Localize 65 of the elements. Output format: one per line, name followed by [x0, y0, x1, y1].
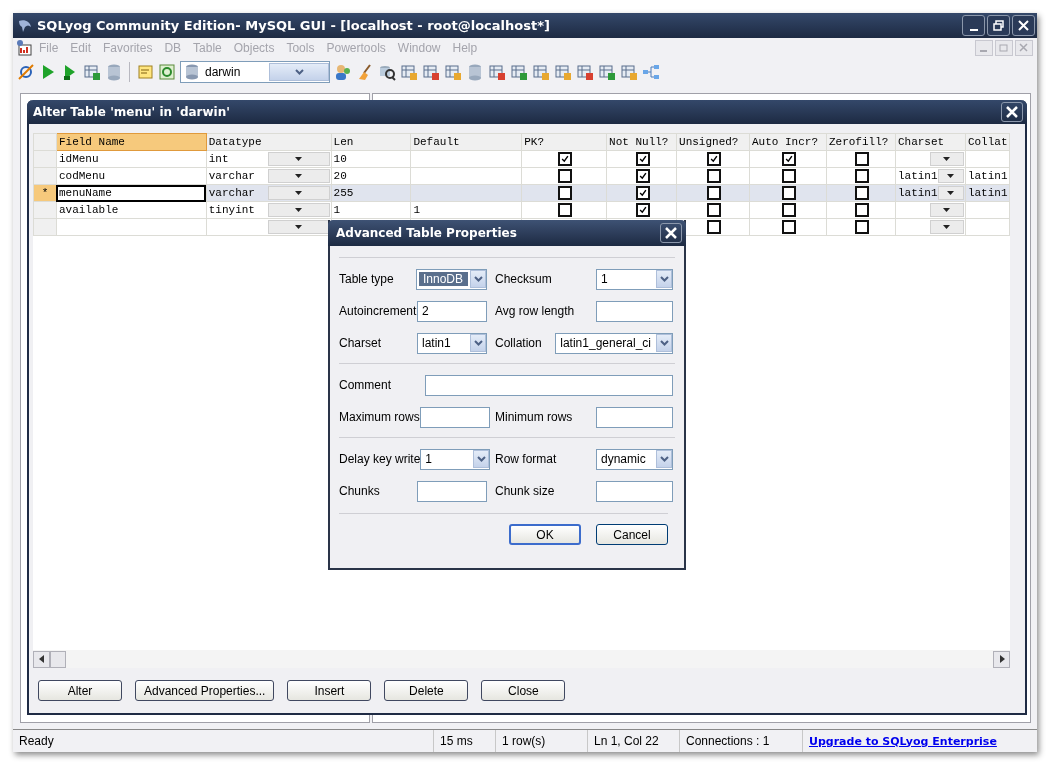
cell-value: 20 — [333, 170, 347, 182]
select-field[interactable]: latin1 — [417, 332, 487, 354]
select-field[interactable]: InnoDB — [415, 268, 487, 290]
select-field[interactable]: 1 — [420, 448, 491, 470]
field-label: Autoincrement — [339, 304, 417, 318]
field-label: Maximum rows — [339, 410, 420, 424]
dialog-button[interactable]: OK — [509, 524, 581, 545]
dialog-title: Alter Table 'menu' in 'darwin' — [33, 105, 231, 119]
dialog-button[interactable]: Cancel — [596, 524, 668, 545]
column-header[interactable]: Collat — [965, 133, 1010, 151]
field-label: Collation — [495, 336, 543, 350]
dialog-button[interactable]: Delete — [384, 680, 469, 701]
status-position: Ln 1, Col 22 — [587, 730, 679, 752]
column-header[interactable]: Charset — [895, 133, 966, 151]
column-header[interactable]: Datatype — [206, 133, 332, 151]
dialog-button[interactable]: Close — [481, 680, 566, 701]
dialog-button[interactable]: Advanced Properties... — [135, 680, 275, 701]
column-header[interactable]: PK? — [521, 133, 607, 151]
select-field[interactable]: latin1_general_ci — [555, 332, 673, 354]
column-header[interactable]: Auto Incr? — [749, 133, 827, 151]
cell-value: latin1 — [967, 170, 1008, 182]
status-rows: 1 row(s) — [495, 730, 587, 752]
status-text: Ready — [18, 733, 55, 750]
field-label: Comment — [339, 378, 392, 392]
cell-value: 255 — [333, 187, 354, 199]
cell-value: latin1 — [897, 170, 938, 182]
cell-value: int — [208, 153, 230, 165]
column-header[interactable]: Unsigned? — [676, 133, 750, 151]
status-time: 15 ms — [433, 730, 495, 752]
cell-value: menuName — [58, 187, 112, 199]
dialog-button[interactable]: Insert — [287, 680, 372, 701]
cell-value: latin1 — [897, 187, 938, 199]
cell-value: 1 — [413, 204, 420, 216]
field-label: Table type — [339, 272, 395, 286]
column-header[interactable]: Field Name — [56, 133, 207, 151]
cell-value: codMenu — [58, 170, 106, 182]
status-connections: Connections : 1 — [679, 730, 802, 752]
column-header[interactable]: Len — [331, 133, 411, 151]
column-header[interactable]: Zerofill? — [826, 133, 896, 151]
field-label: Row format — [495, 452, 558, 466]
field-label: Charset — [339, 336, 383, 350]
cell-value: 1 — [333, 204, 341, 216]
select-field[interactable]: dynamic — [596, 448, 673, 470]
database-select[interactable]: darwin — [180, 61, 330, 83]
cell-value: available — [58, 204, 119, 216]
cell-value: idMenu — [58, 153, 99, 165]
field-label: Avg row length — [495, 304, 576, 318]
field-label: Minimum rows — [495, 410, 574, 424]
field-label: Chunk size — [495, 484, 556, 498]
upgrade-link[interactable]: Upgrade to SQLyog Enterprise — [809, 734, 997, 748]
dialog-title: Advanced Table Properties — [336, 226, 518, 240]
cell-value: tinyint — [208, 204, 256, 216]
input-field[interactable]: 2 — [417, 300, 487, 322]
field-label: Delay key write — [339, 452, 421, 466]
field-label: Chunks — [339, 484, 381, 498]
window-title: SQLyog Community Edition- MySQL GUI - [localhost - root@localhost*] — [37, 18, 551, 33]
dialog-button[interactable]: Alter — [38, 680, 122, 701]
select-field[interactable]: 1 — [596, 268, 673, 290]
column-header[interactable]: Default — [410, 133, 522, 151]
cell-value: 10 — [333, 153, 347, 165]
cell-value: varchar — [208, 187, 256, 199]
column-header[interactable]: Not Null? — [606, 133, 677, 151]
field-label: Checksum — [495, 272, 553, 286]
cell-value: latin1 — [967, 187, 1008, 199]
cell-value: varchar — [208, 170, 256, 182]
